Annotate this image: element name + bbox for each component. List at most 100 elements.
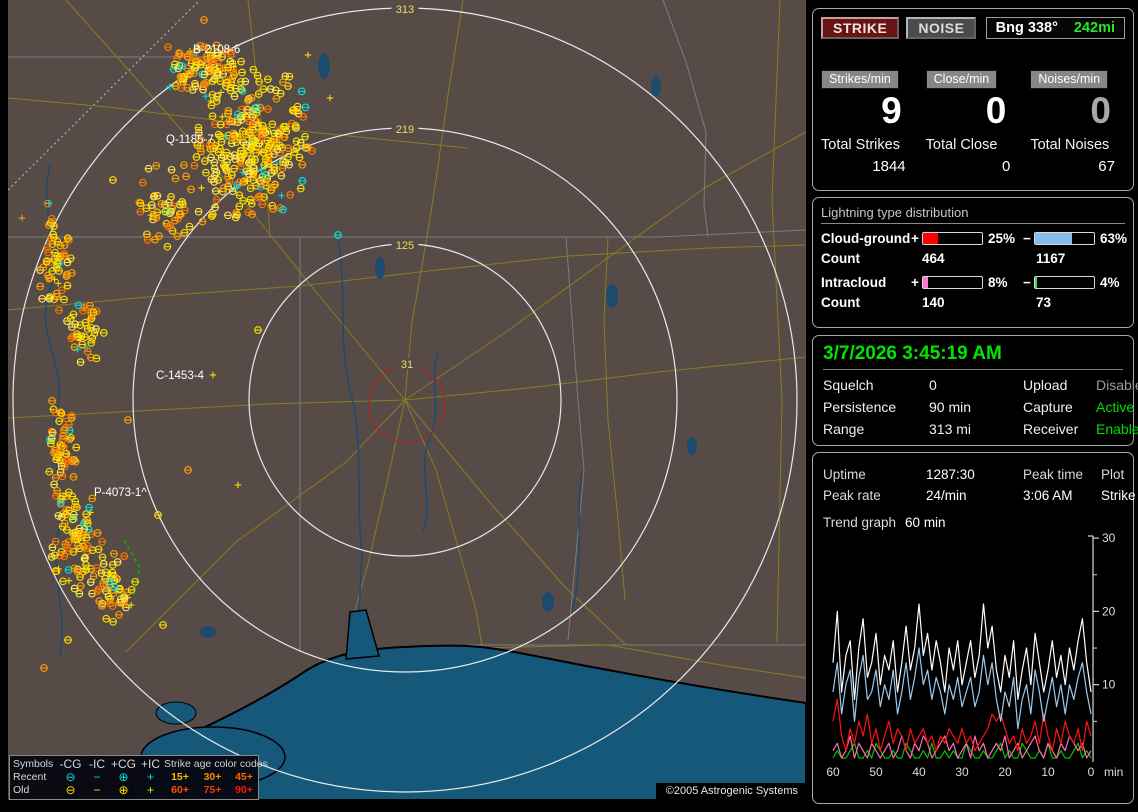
session-rows: Uptime1287:30Peak timePlot Peak rate24/mi… bbox=[823, 467, 1123, 503]
status-label2: Receiver bbox=[1023, 421, 1096, 437]
lightning-map[interactable]: 31321912531 B-2108-6Q-1185-7C-1453-4P-40… bbox=[8, 0, 806, 800]
session-cell: 3:06 AM bbox=[1023, 488, 1101, 503]
svg-text:0: 0 bbox=[1088, 765, 1095, 779]
session-cell: 24/min bbox=[926, 488, 1023, 503]
total-value: 0 bbox=[926, 158, 1021, 175]
plus-sign: + bbox=[911, 275, 922, 290]
svg-text:219: 219 bbox=[396, 124, 414, 136]
status-label: Squelch bbox=[823, 377, 929, 393]
plus-bar bbox=[922, 276, 983, 289]
distribution-row-1: Intracloud+8%−4% bbox=[821, 275, 1125, 290]
session-cell: Strike bbox=[1101, 488, 1136, 503]
plus-bar-fill bbox=[923, 233, 938, 244]
legend-age-header: Strike age color codes bbox=[164, 758, 259, 771]
total-value: 67 bbox=[1030, 158, 1125, 175]
age-code: 75+ bbox=[196, 784, 229, 797]
session-cell: Peak rate bbox=[823, 488, 926, 503]
trend-graph-label: Trend graph bbox=[823, 515, 896, 530]
legend-header-row: Symbols-CG-IC+CG+ICStrike age color code… bbox=[13, 758, 255, 771]
count-label: Count bbox=[821, 251, 922, 266]
status-value2: Disabled bbox=[1096, 377, 1138, 393]
svg-text:50: 50 bbox=[869, 765, 883, 779]
session-cell: Peak time bbox=[1023, 467, 1101, 482]
bearing-label: Bng 338° bbox=[996, 20, 1058, 36]
type-name: Cloud-ground bbox=[821, 231, 911, 246]
map-canvas: 31321912531 B-2108-6Q-1185-7C-1453-4P-40… bbox=[8, 0, 806, 800]
strike-stats-panel: STRIKE NOISE Bng 338° 242mi Strikes/min 9… bbox=[812, 8, 1134, 191]
status-value2: Enabled bbox=[1096, 421, 1138, 437]
legend-row-old: Old⊖−⊕+60+75+90+ bbox=[13, 784, 255, 797]
legend-row-label: Old bbox=[13, 784, 57, 797]
plus-bar-fill bbox=[923, 277, 928, 288]
minus-percent: 4% bbox=[1095, 275, 1125, 290]
session-panel: Uptime1287:30Peak timePlot Peak rate24/mi… bbox=[812, 452, 1134, 804]
svg-text:60: 60 bbox=[826, 765, 840, 779]
distribution-rows: Cloud-ground+25%−63%Count4641167Intraclo… bbox=[821, 231, 1125, 310]
stat-column-1: Close/min 0 Total Close 0 bbox=[926, 70, 1021, 175]
strike-symbol-icon: − bbox=[84, 784, 110, 797]
total-value: 1844 bbox=[821, 158, 916, 175]
stat-column-2: Noises/min0Total Noises67 bbox=[1030, 70, 1125, 175]
total-label: Total Close bbox=[926, 137, 1021, 153]
plus-percent: 25% bbox=[983, 231, 1023, 246]
status-label: Persistence bbox=[823, 399, 929, 415]
count-row-0: Count4641167 bbox=[821, 251, 1125, 266]
age-code: 60+ bbox=[164, 784, 196, 797]
count-row-1: Count14073 bbox=[821, 295, 1125, 310]
svg-text:min: min bbox=[1104, 765, 1123, 779]
legend-row-label: Recent bbox=[13, 771, 57, 784]
bearing-display: Bng 338° 242mi bbox=[986, 17, 1125, 39]
strike-symbol-icon: + bbox=[137, 784, 164, 797]
rate-statistics: Strikes/min9Total Strikes1844Close/min0T… bbox=[821, 70, 1125, 175]
distribution-panel: Lightning type distribution Cloud-ground… bbox=[812, 197, 1134, 328]
session-cell: Plot bbox=[1101, 467, 1124, 482]
type-name: Intracloud bbox=[821, 275, 911, 290]
nexstorm-app: { "header": {"strike_button":"STRIKE","n… bbox=[0, 0, 1138, 812]
age-code: 45+ bbox=[229, 771, 259, 784]
age-code: 90+ bbox=[229, 784, 259, 797]
datetime-display: 3/7/2026 3:45:19 AM bbox=[823, 342, 1123, 370]
rate-value: 9 bbox=[821, 92, 916, 130]
minus-count: 1167 bbox=[1036, 251, 1125, 266]
svg-text:30: 30 bbox=[955, 765, 969, 779]
plus-percent: 8% bbox=[983, 275, 1023, 290]
distribution-title: Lightning type distribution bbox=[821, 205, 1125, 224]
plus-count: 140 bbox=[922, 295, 1036, 310]
status-row-1: Persistence90 minCaptureActive bbox=[823, 399, 1123, 415]
svg-text:40: 40 bbox=[912, 765, 926, 779]
noise-button[interactable]: NOISE bbox=[906, 17, 976, 39]
status-label: Range bbox=[823, 421, 929, 437]
rate-label-button[interactable]: Noises/min bbox=[1030, 70, 1108, 89]
plus-count: 464 bbox=[922, 251, 1036, 266]
age-code: 15+ bbox=[164, 771, 196, 784]
legend-symbols-header: Symbols bbox=[13, 758, 57, 771]
session-row-1: Peak rate24/min3:06 AMStrike bbox=[823, 488, 1123, 503]
stat-column-0: Strikes/min 9 Total Strikes 1844 bbox=[821, 70, 916, 175]
rate-value: 0 bbox=[926, 92, 1021, 130]
svg-text:125: 125 bbox=[396, 240, 414, 252]
status-row-0: Squelch0UploadDisabled bbox=[823, 377, 1123, 393]
strike-button[interactable]: STRIKE bbox=[821, 17, 899, 39]
rate-label-button[interactable]: Strikes/min bbox=[821, 70, 899, 89]
svg-text:Q-1185-7: Q-1185-7 bbox=[166, 134, 214, 146]
minus-bar bbox=[1034, 276, 1095, 289]
status-label2: Capture bbox=[1023, 399, 1096, 415]
age-code: 30+ bbox=[196, 771, 229, 784]
total-label: Total Strikes bbox=[821, 137, 916, 153]
svg-text:31: 31 bbox=[401, 359, 413, 371]
svg-text:20: 20 bbox=[1102, 604, 1116, 618]
svg-text:10: 10 bbox=[1102, 678, 1116, 692]
plus-bar bbox=[922, 232, 983, 245]
svg-text:30: 30 bbox=[1102, 532, 1116, 545]
session-row-0: Uptime1287:30Peak timePlot bbox=[823, 467, 1123, 482]
lake bbox=[156, 702, 196, 724]
copyright-text: ©2005 Astrogenic Systems bbox=[656, 783, 806, 800]
minus-bar-fill bbox=[1035, 277, 1037, 288]
rate-label-button[interactable]: Close/min bbox=[926, 70, 998, 89]
status-value2: Active bbox=[1096, 399, 1134, 415]
status-value: 90 min bbox=[929, 399, 1023, 415]
minus-sign: − bbox=[1023, 231, 1034, 246]
status-label2: Upload bbox=[1023, 377, 1096, 393]
rate-value: 0 bbox=[1030, 92, 1125, 130]
strike-symbol-icon: ⊕ bbox=[110, 784, 137, 797]
